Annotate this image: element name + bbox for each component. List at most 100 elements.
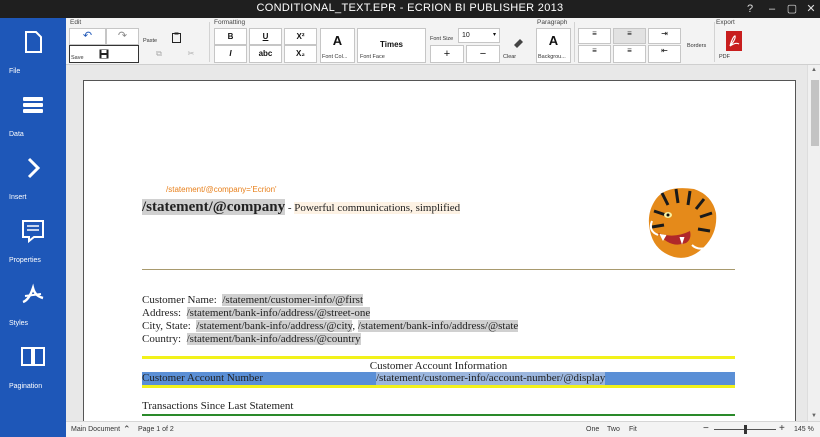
superscript-button[interactable]: X² [284,28,317,45]
state-field[interactable]: /statement/bank-info/address/@state [357,320,519,332]
document-canvas: /statement/@company='Ecrion' /statement/… [66,65,807,421]
country-line: Country: /statement/bank-info/address/@c… [142,333,518,346]
sidebar-item-properties[interactable]: Properties [0,207,66,269]
sidebar-item-styles[interactable]: Styles [0,270,66,332]
clear-format-button[interactable]: Clear [502,28,532,63]
sidebar-item-data[interactable]: Data [0,81,66,143]
export-pdf-button[interactable]: PDF [716,28,751,63]
sidebar-item-pagination[interactable]: Pagination [0,333,66,395]
sidebar-item-file[interactable]: File [0,18,66,80]
sidebar-item-label: Properties [9,257,41,264]
group-label-formatting: Formatting [214,19,246,26]
outdent-button[interactable]: ⇤ [648,45,681,63]
scrollbar-thumb[interactable] [811,80,819,146]
account-number-row[interactable]: Customer Account Number /statement/custo… [142,372,735,385]
italic-button[interactable]: I [214,45,247,63]
underline-button[interactable]: U [249,28,282,45]
country-field[interactable]: /statement/bank-info/address/@country [186,333,361,345]
copy-button[interactable]: ⧉ [144,48,174,62]
bold-button[interactable]: B [214,28,247,45]
chevron-up-icon[interactable]: ⌃ [123,424,131,435]
header-divider [142,269,735,270]
redo-button[interactable]: ↷ [106,28,139,45]
indent-button[interactable]: ⇥ [648,28,681,44]
minimize-button[interactable]: – [762,0,782,18]
align-right-button[interactable]: ≡ [578,45,611,63]
group-label-export: Export [716,19,735,26]
stack-icon [23,97,43,113]
view-one-page[interactable]: One [586,426,599,433]
borders-button[interactable]: Borders [684,28,714,63]
font-size-value: 10 [462,32,470,39]
pdf-label: PDF [719,54,730,60]
view-fit[interactable]: Fit [629,426,637,433]
background-color-button[interactable]: A Backgrou... [536,28,571,63]
clipboard-icon [172,32,181,43]
tagline[interactable]: Powerful communications, simplified [294,202,461,214]
font-color-button[interactable]: A Font Col... [320,28,355,63]
book-icon [21,347,45,366]
increase-font-button[interactable]: + [430,45,464,63]
justify-button[interactable]: ≡ [613,45,646,63]
group-label-edit: Edit [70,19,82,26]
zoom-out-button[interactable]: − [703,423,709,434]
city-state-line: City, State: /statement/bank-info/addres… [142,320,519,333]
help-button[interactable]: ? [740,0,760,18]
tiger-logo-image [648,188,717,258]
font-face-label: Font Face [360,54,385,60]
font-face-value: Times [380,40,403,49]
vertical-scrollbar[interactable]: ▲ ▼ [807,65,820,421]
undo-button[interactable]: ↶ [69,28,106,45]
font-face-button[interactable]: Times Font Face [357,28,426,63]
sidebar-item-label: File [9,68,21,75]
pdf-icon [726,31,742,51]
align-right-icon: ≡ [592,46,597,55]
transactions-divider [142,414,735,416]
eraser-icon [514,39,523,48]
sidebar-item-label: Styles [9,320,29,327]
zoom-in-button[interactable]: + [779,423,785,434]
copy-icon: ⧉ [156,49,162,58]
address-field[interactable]: /statement/bank-info/address/@street-one [186,307,371,319]
save-icon [99,49,109,59]
align-left-button[interactable]: ≡ [578,28,611,44]
font-size-select[interactable]: 10 ▾ [458,28,500,43]
decrease-font-button[interactable]: − [466,45,500,63]
city-field[interactable]: /statement/bank-info/address/@city [196,320,353,332]
customer-name-field[interactable]: /statement/customer-info/@first [222,294,364,306]
paste-label: Paste [143,38,158,44]
paste-button[interactable]: Paste [141,28,181,45]
font-color-label: Font Col... [322,54,348,60]
scissors-icon: ✂ [187,49,195,58]
conditional-text-tag[interactable]: /statement/@company='Ecrion' [166,185,277,194]
strikethrough-button[interactable]: abc [249,45,282,63]
status-bar: Main Document ⌃ Page 1 of 2 One Two Fit … [66,421,820,437]
zoom-slider-handle[interactable] [744,425,747,434]
company-field[interactable]: /statement/@company [142,199,286,215]
group-label-paragraph: Paragraph [537,19,568,26]
cut-button[interactable]: ✂ [176,48,206,62]
borders-label: Borders [687,43,707,49]
customer-info-block: Customer Name: /statement/customer-info/… [142,294,519,346]
scroll-up-icon[interactable]: ▲ [811,67,817,73]
save-button[interactable]: Save [69,45,139,63]
view-two-pages[interactable]: Two [607,426,620,433]
account-info-header[interactable]: Customer Account Information [142,360,735,372]
city-state-label: City, State: [142,320,191,332]
document-page[interactable]: /statement/@company='Ecrion' /statement/… [83,80,796,421]
customer-name-line: Customer Name: /statement/customer-info/… [142,294,518,307]
close-button[interactable]: ✕ [801,0,820,18]
main-document-selector[interactable]: Main Document [71,426,120,433]
transactions-title[interactable]: Transactions Since Last Statement [142,400,293,412]
account-number-field[interactable]: /statement/customer-info/account-number/… [376,372,606,385]
maximize-button[interactable]: ▢ [782,0,802,18]
sidebar-item-insert[interactable]: Insert [0,144,66,206]
align-center-button[interactable]: ≡ [613,28,646,44]
title-bar: CONDITIONAL_TEXT.EPR - ECRION BI PUBLISH… [0,0,820,18]
justify-icon: ≡ [627,46,632,55]
scroll-down-icon[interactable]: ▼ [811,413,817,419]
ribbon-toolbar: Edit ↶ ↷ Save Paste ⧉ ✂ Formatting B U X… [66,18,820,65]
subscript-button[interactable]: X₂ [284,45,317,63]
zoom-level: 145 % [794,426,814,433]
company-header: /statement/@company - Powerful communica… [142,198,461,216]
